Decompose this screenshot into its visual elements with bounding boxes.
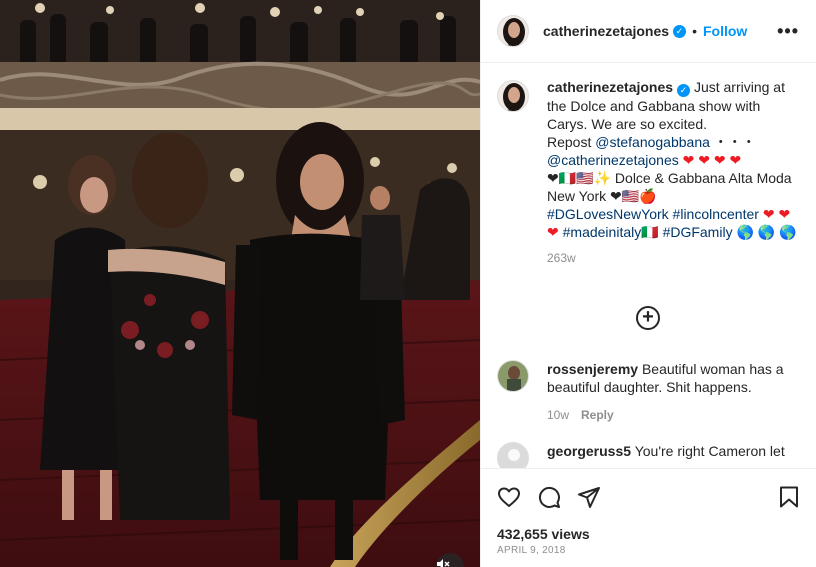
hashtag-link[interactable]: #DGLovesNewYork: [547, 206, 669, 222]
caption-text-2: Repost: [547, 134, 592, 150]
mention-link[interactable]: @stefanogabbana: [595, 134, 710, 150]
share-button[interactable]: [577, 485, 601, 509]
comment-button[interactable]: [537, 485, 561, 509]
post-video[interactable]: [0, 0, 480, 567]
avatar-photo: [498, 361, 528, 391]
hashtag-link[interactable]: #DGFamily: [663, 224, 733, 240]
like-button[interactable]: [497, 485, 521, 509]
flag-emoji: 🇮🇹: [641, 224, 659, 240]
comment-content: georgeruss5 You're right Cameron let: [547, 442, 797, 460]
comment-icon: [538, 486, 560, 508]
commenter-username[interactable]: rossenjeremy: [547, 361, 638, 377]
caption-dots: ・・・: [713, 134, 756, 150]
separator-dot: •: [692, 23, 697, 39]
author-avatar[interactable]: [497, 15, 529, 47]
verified-badge-icon: ✓: [677, 84, 691, 97]
reply-button[interactable]: Reply: [581, 408, 614, 422]
comment-content: rossenjeremy Beautiful woman has a beaut…: [547, 360, 797, 424]
caption-age: 263w: [547, 251, 576, 265]
post-footer: 432,655 views APRIL 9, 2018: [481, 468, 816, 567]
post-date[interactable]: APRIL 9, 2018: [497, 545, 566, 556]
follow-button[interactable]: Follow: [703, 23, 747, 39]
heart-icon: [498, 487, 520, 507]
commenter-username[interactable]: georgeruss5: [547, 443, 631, 459]
verified-badge-icon: ✓: [673, 24, 687, 38]
comment-age: 10w: [547, 408, 570, 422]
avatar-photo: [498, 16, 528, 46]
commenter-avatar[interactable]: [497, 360, 529, 392]
action-bar: [497, 485, 801, 509]
flags-emoji: ❤🇮🇹🇺🇸✨: [547, 170, 612, 186]
save-button[interactable]: [777, 485, 801, 509]
flags-emoji: ❤🇺🇸🍎: [610, 188, 657, 204]
commenter-avatar[interactable]: [497, 442, 529, 468]
bookmark-icon: [780, 486, 798, 508]
comment-text: You're right Cameron let: [634, 443, 785, 459]
more-options-icon[interactable]: •••: [777, 22, 799, 40]
caption-author-username[interactable]: catherinezetajones: [547, 79, 673, 95]
caption-author-avatar[interactable]: [497, 80, 529, 112]
avatar-photo: [498, 81, 528, 111]
view-count[interactable]: 432,655 views: [497, 526, 590, 542]
default-avatar-icon: [498, 443, 528, 468]
comment-meta: 10w Reply: [547, 406, 797, 424]
author-username[interactable]: catherinezetajones: [543, 23, 669, 39]
load-more-comments-button[interactable]: +: [636, 306, 660, 330]
caption-text: catherinezetajones ✓ Just arriving at the…: [547, 78, 797, 267]
hearts-emoji: ❤ ❤ ❤ ❤: [682, 152, 742, 168]
muted-speaker-icon: [437, 559, 450, 567]
hashtag-link[interactable]: #lincolncenter: [673, 206, 759, 222]
post-side-panel: catherinezetajones ✓ • Follow ••• cather…: [480, 0, 816, 567]
share-icon: [578, 487, 600, 508]
hashtag-link[interactable]: #madeinitaly: [563, 224, 642, 240]
video-frame: [0, 0, 480, 567]
globe-emoji: 🌎 🌎 🌎: [736, 224, 797, 240]
mention-link[interactable]: @catherinezetajones: [547, 152, 679, 168]
post-header: catherinezetajones ✓ • Follow •••: [481, 0, 816, 63]
comments-scroll-area[interactable]: catherinezetajones ✓ Just arriving at the…: [481, 64, 816, 468]
